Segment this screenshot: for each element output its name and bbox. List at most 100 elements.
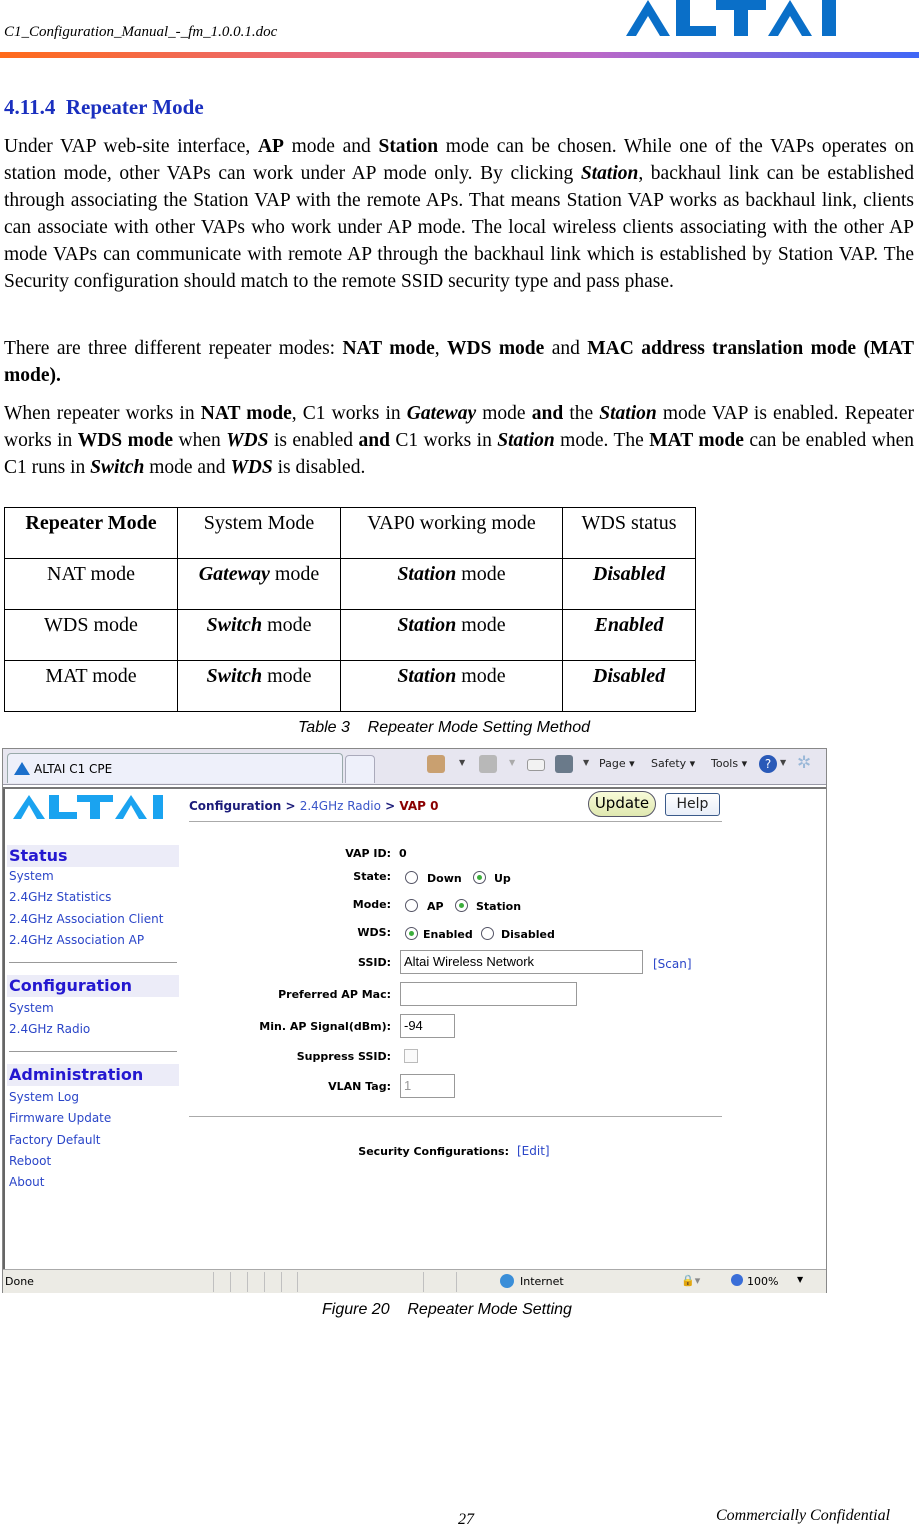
preferred-ap-mac-input[interactable] (400, 982, 577, 1006)
wds-enabled-radio[interactable] (405, 927, 418, 940)
mode-ap-radio[interactable] (405, 899, 418, 912)
text-run: , C1 works in (291, 403, 407, 424)
min-ap-signal-input[interactable]: -94 (400, 1014, 455, 1038)
text-run: Station (599, 403, 657, 424)
header-gradient-divider (0, 52, 919, 58)
text-run: , (434, 338, 447, 359)
rss-dropdown-icon[interactable]: ▼ (509, 758, 515, 767)
new-tab-button[interactable] (345, 755, 375, 783)
text-run: Station (497, 430, 555, 451)
help-dropdown-icon[interactable]: ▼ (780, 758, 786, 767)
state-down-radio[interactable] (405, 871, 418, 884)
mail-icon[interactable] (527, 759, 545, 771)
sidebar-item-reboot[interactable]: Reboot (9, 1154, 51, 1168)
safety-menu[interactable]: Safety ▾ (651, 757, 695, 770)
state-up-radio[interactable] (473, 871, 486, 884)
rss-icon[interactable] (479, 755, 497, 773)
state-label: State: (353, 870, 391, 883)
wds-disabled-radio[interactable] (481, 927, 494, 940)
wds-disabled-label: Disabled (501, 928, 555, 941)
update-button[interactable]: Update (588, 791, 656, 817)
table-row: NAT mode Gateway mode Station mode Disab… (4, 558, 696, 610)
table-cell-system: Switch mode (177, 660, 341, 712)
help-button[interactable]: Help (665, 793, 720, 816)
browser-tab[interactable]: ALTAI C1 CPE (7, 753, 343, 783)
content-divider (189, 1116, 722, 1117)
page-content: Status System 2.4GHz Statistics 2.4GHz A… (3, 787, 826, 1269)
sidebar-heading-configuration: Configuration (7, 975, 179, 997)
mode-station-radio[interactable] (455, 899, 468, 912)
text-run: Station (378, 136, 439, 157)
repeater-mode-table: Repeater Mode System Mode VAP0 working m… (4, 507, 696, 712)
table-header: System Mode (177, 507, 341, 559)
section-heading: 4.11.4 Repeater Mode (4, 95, 204, 120)
text-run: NAT mode (200, 403, 292, 424)
vlan-tag-input[interactable]: 1 (400, 1074, 455, 1098)
gear-icon[interactable]: ✲ (797, 753, 811, 773)
text-run: When repeater works in (4, 403, 201, 424)
content-divider (189, 821, 722, 822)
security-config-label: Security Configurations: (358, 1145, 509, 1158)
home-dropdown-icon[interactable]: ▼ (459, 758, 465, 767)
sidebar-item-firmware-update[interactable]: Firmware Update (9, 1111, 111, 1125)
table-cell-vap: Station mode (340, 558, 563, 610)
text-run: WDS mode (77, 430, 174, 451)
text-run: is disabled. (272, 457, 366, 478)
protected-mode-icon[interactable]: 🔒▾ (681, 1274, 700, 1287)
text-run: mode (476, 403, 532, 424)
paragraph-intro: Under VAP web-site interface, AP mode an… (4, 133, 914, 295)
table-cell-mode: WDS mode (4, 609, 178, 661)
browser-status-bar: Done Internet 🔒▾ 100% ▼ (3, 1269, 826, 1293)
text-run: MAT mode (649, 430, 744, 451)
status-text: Done (5, 1275, 34, 1288)
help-icon[interactable]: ? (759, 755, 777, 773)
table-header: Repeater Mode (4, 507, 178, 559)
suppress-ssid-checkbox[interactable] (404, 1049, 418, 1063)
text-run: Station (580, 163, 639, 184)
section-title: Repeater Mode (65, 95, 204, 119)
text-run: Under VAP web-site interface, (4, 136, 258, 157)
table-caption: Table 3 Repeater Mode Setting Method (298, 719, 591, 736)
sidebar: Status System 2.4GHz Statistics 2.4GHz A… (3, 789, 183, 1269)
table-cell-wds: Enabled (562, 609, 696, 661)
text-run: Gateway (406, 403, 477, 424)
sidebar-divider (9, 1051, 177, 1052)
home-icon[interactable] (427, 755, 445, 773)
ssid-input[interactable]: Altai Wireless Network (400, 950, 643, 974)
print-dropdown-icon[interactable]: ▼ (583, 758, 589, 767)
paragraph-repeater-modes: There are three different repeater modes… (4, 335, 914, 389)
sidebar-item-status-system[interactable]: System (9, 869, 54, 883)
sidebar-item-radio[interactable]: 2.4GHz Radio (9, 1022, 90, 1036)
text-run: the (563, 403, 600, 424)
wds-enabled-label: Enabled (423, 928, 473, 941)
vap-id-value: 0 (399, 847, 407, 860)
browser-tab-bar: ALTAI C1 CPE ▼ ▼ ▼ Page ▾ Safety ▾ Tools… (3, 749, 826, 785)
security-edit-link[interactable]: [Edit] (517, 1144, 550, 1158)
breadcrumb: Configuration > 2.4GHz Radio > VAP 0 (189, 799, 439, 813)
printer-icon[interactable] (555, 755, 573, 773)
mode-station-label: Station (476, 900, 522, 913)
text-run: is enabled (268, 430, 359, 451)
sidebar-item-about[interactable]: About (9, 1175, 44, 1189)
sidebar-item-factory-default[interactable]: Factory Default (9, 1133, 101, 1147)
text-run: and (358, 430, 390, 451)
tools-menu[interactable]: Tools ▾ (711, 757, 747, 770)
sidebar-item-association-client[interactable]: 2.4GHz Association Client (9, 912, 163, 926)
zoom-dropdown-icon[interactable]: ▼ (797, 1275, 803, 1284)
sidebar-item-statistics[interactable]: 2.4GHz Statistics (9, 890, 111, 904)
ssid-label: SSID: (358, 956, 391, 969)
sidebar-item-system-log[interactable]: System Log (9, 1090, 79, 1104)
page-menu[interactable]: Page ▾ (599, 757, 635, 770)
table-cell-wds: Disabled (562, 660, 696, 712)
altai-logo (626, 0, 836, 36)
text-run: mode and (144, 457, 231, 478)
breadcrumb-configuration[interactable]: Configuration (189, 799, 281, 813)
vap-id-label: VAP ID: (345, 847, 391, 860)
sidebar-item-association-ap[interactable]: 2.4GHz Association AP (9, 933, 144, 947)
breadcrumb-radio[interactable]: 2.4GHz Radio (300, 799, 381, 813)
scan-link[interactable]: [Scan] (653, 957, 692, 971)
mode-ap-label: AP (427, 900, 444, 913)
zoom-level[interactable]: 100% (747, 1275, 778, 1288)
sidebar-item-config-system[interactable]: System (9, 1001, 54, 1015)
breadcrumb-vap0: VAP 0 (399, 799, 439, 813)
